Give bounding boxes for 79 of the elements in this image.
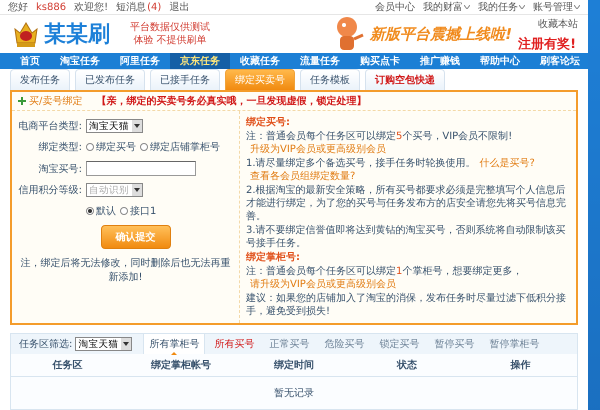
radio-label: 绑定店铺掌柜号 [150,140,220,154]
nav-item[interactable]: 淘宝任务 [50,53,110,69]
tagline-text: 体验 不提供刷单 [133,34,207,47]
radio-button[interactable] [86,207,94,215]
filter-tab[interactable]: 锁定买号 [373,333,426,354]
filter-tab[interactable]: 所有掌柜号 [143,333,206,354]
tab[interactable]: 已发布任务 [75,69,145,90]
nav-item[interactable]: 京东任务 [170,53,230,69]
member-menu-link[interactable]: 账号管理 [533,0,580,14]
welcome-text: 欢迎您! [74,0,108,14]
filter-tab[interactable]: 暂停掌柜号 [483,333,546,354]
filter-tab[interactable]: 正常买号 [263,333,316,354]
column-header: 绑定掌柜帐号 [124,354,238,377]
radio-button[interactable] [86,143,94,151]
field-label: 信用积分等级: [18,184,82,197]
nav-item[interactable]: 购买点卡 [350,53,410,69]
account-input-field[interactable] [86,161,196,176]
mascot-drawing [334,15,364,53]
banner-headline: 新版平台震撼上线啦! [370,24,512,44]
username-text: ks886 [36,2,66,12]
nav-item[interactable]: 流量任务 [290,53,350,69]
nav-item[interactable]: 收藏任务 [230,53,290,69]
platform-select[interactable]: 淘宝天猫 [86,119,143,133]
filter-select[interactable]: 淘宝天猫 [75,337,132,351]
caret-icon [574,5,580,9]
nav-item[interactable]: 推广赚钱 [410,53,470,69]
section-heading: 绑定买号: [246,116,291,129]
caret-icon [519,5,525,9]
radio-button[interactable] [120,207,128,215]
caret-icon [464,5,470,9]
tagline-text: 平台数据仅供测试 [130,21,210,34]
radio-label: 绑定买号 [96,140,136,154]
info-paragraph: 注：普通会员每个任务区可以绑定1个掌柜号，想要绑定更多， 请升级为VIP会员或更高级别会员 [246,265,524,291]
banner-subtitle: 注册有奖! [518,36,576,53]
info-link[interactable]: 什么是买号? [480,158,535,169]
notice-text: 【亲，绑定的买卖号务必真实哦，一旦发现虚假，锁定处理】 [96,94,366,108]
tab[interactable]: 发布任务 [10,69,70,90]
messages-link[interactable]: 短消息(4) [116,0,162,14]
tab[interactable]: 已接手任务 [150,69,220,90]
info-link[interactable]: 升级为VIP会员或更高级别会员 [250,144,386,155]
empty-message: 暂无记录 [272,386,315,401]
info-link[interactable]: 请升级为VIP会员或更高级别会员 [250,279,396,290]
tab[interactable]: 任务模板 [300,69,360,90]
section-heading: 绑定掌柜号: [246,251,301,264]
filter-tab[interactable]: 危险买号 [318,333,370,354]
tab[interactable]: 订购空包快递 [365,69,445,90]
plus-icon [18,97,26,105]
radio-label: 默认 [96,205,116,218]
info-link[interactable]: 查看各会员组绑定数量? [250,171,356,182]
column-header: 绑定时间 [237,354,351,377]
column-header: 状态 [350,354,464,377]
radio-label: 接口1 [130,204,156,218]
info-paragraph: 1.请尽量绑定多个备选买号，接手任务时轮换使用。 什么是买号? 查看各会员组绑定数量? [246,157,536,183]
nav-item[interactable]: 首页 [10,53,50,69]
info-paragraph: 2.根据淘宝的最新安全策略，所有买号都要求必须是完整填写个人信息后才能进行绑定，为了您的买号与任务发布方的店安全请您先将买号信息完善。 [246,184,567,223]
greeting-text: 您好 [8,1,28,14]
note-text: 注，绑定后将无法修改，同时删除后也无法再重新添加! [20,256,232,284]
nav-item[interactable]: 刷客论坛 [530,53,590,69]
column-header: 操作 [464,354,577,377]
nav-item[interactable]: 阿里任务 [110,53,170,69]
filter-tab[interactable]: 所有买号 [208,333,260,354]
field-label: 电商平台类型: [18,120,82,133]
bookmark-link[interactable]: 收藏本站 [538,17,578,31]
info-paragraph: 建议：如果您的店铺加入了淘宝的消保，发布任务时尽量过滤下低积分接手，避免受到损失! [246,292,567,318]
column-header: 任务区 [11,354,124,377]
nav-item[interactable]: 帮助中心 [470,53,530,69]
field-label: 绑定类型: [38,140,82,154]
filter-label: 任务区筛选: [19,338,72,351]
filter-tab[interactable]: 暂停买号 [428,333,480,354]
info-paragraph: 注：普通会员每个任务区可以绑定5个买号，VIP会员不限制! 升级为VIP会员或更高级别会员 [246,130,514,156]
logout-link[interactable]: 退出 [169,0,190,14]
logo-text: 某某刷 [44,21,110,49]
member-menu-link[interactable]: 我的任务 [478,0,525,14]
info-paragraph: 3.请不要绑定信誉值即将达到黄钻的淘宝买号，否则系统将自动限制该买号接手任务。 [246,224,567,250]
member-menu-link[interactable]: 会员中心 [375,0,415,14]
field-label: 淘宝买号: [38,162,82,176]
panel-title: 买/卖号绑定 [29,94,82,108]
member-menu-link[interactable]: 我的财富 [423,0,470,14]
radio-button[interactable] [140,143,148,151]
